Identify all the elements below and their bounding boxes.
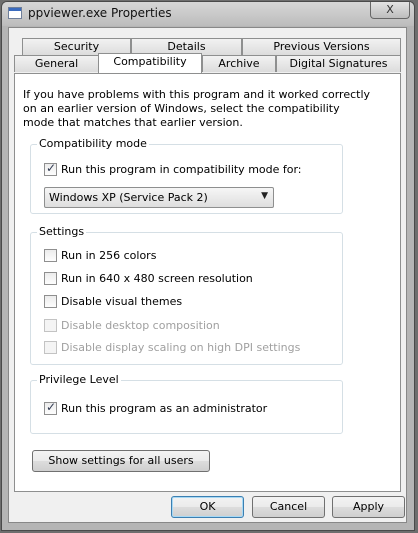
apply-button[interactable]: Apply (332, 496, 405, 518)
settings-group: Settings Run in 256 colors Run in 640 x … (30, 225, 343, 365)
checkmark-icon: ✓ (46, 400, 57, 414)
dialog-client-area: Security Details Previous Versions Gener… (8, 27, 407, 523)
tab-compatibility[interactable]: Compatibility (98, 53, 202, 73)
chevron-down-icon: ▼ (261, 191, 268, 201)
tab-general[interactable]: General (14, 55, 99, 72)
run-as-admin-label: Run this program as an administrator (61, 402, 268, 415)
setting-dpi-scaling-label: Disable display scaling on high DPI sett… (61, 341, 301, 354)
properties-window: ppviewer.exe Properties X Security Detai… (1, 1, 415, 531)
os-version-selected: Windows XP (Service Pack 2) (49, 191, 208, 204)
window-title: ppviewer.exe Properties (28, 6, 172, 20)
tab-archive[interactable]: Archive (202, 55, 276, 72)
checkmark-icon: ✓ (46, 161, 57, 175)
compatibility-mode-checkbox[interactable]: ✓ (44, 161, 57, 176)
privilege-level-group: Privilege Level ✓ Run this program as an… (30, 373, 343, 434)
tab-digital-signatures[interactable]: Digital Signatures (276, 55, 401, 72)
application-icon (8, 7, 22, 19)
setting-256-colors-label: Run in 256 colors (61, 249, 157, 262)
close-button[interactable]: X (370, 2, 410, 19)
setting-visual-themes-label: Disable visual themes (61, 295, 183, 308)
title-bar[interactable]: ppviewer.exe Properties X (2, 2, 414, 26)
privilege-level-label: Privilege Level (37, 373, 121, 386)
setting-desktop-composition-label: Disable desktop composition (61, 319, 220, 332)
show-settings-all-users-button[interactable]: Show settings for all users (32, 450, 210, 472)
setting-desktop-composition-checkbox (44, 319, 57, 332)
setting-dpi-scaling-checkbox (44, 341, 57, 354)
setting-640x480-checkbox[interactable] (44, 272, 57, 285)
compatibility-mode-label: Compatibility mode (37, 137, 149, 150)
setting-visual-themes-checkbox[interactable] (44, 295, 57, 308)
compatibility-mode-group: Compatibility mode ✓ Run this program in… (30, 137, 343, 214)
setting-640x480-label: Run in 640 x 480 screen resolution (61, 272, 253, 285)
cancel-button[interactable]: Cancel (252, 496, 325, 518)
compatibility-mode-checkbox-label: Run this program in compatibility mode f… (61, 163, 302, 176)
setting-256-colors-checkbox[interactable] (44, 249, 57, 262)
compatibility-panel: If you have problems with this program a… (14, 73, 401, 492)
ok-button[interactable]: OK (171, 496, 244, 518)
settings-label: Settings (37, 225, 87, 238)
intro-text: If you have problems with this program a… (23, 88, 371, 129)
run-as-admin-checkbox[interactable]: ✓ (44, 400, 57, 415)
os-version-dropdown[interactable]: Windows XP (Service Pack 2) ▼ (44, 187, 274, 208)
tab-previous-versions[interactable]: Previous Versions (242, 38, 401, 55)
